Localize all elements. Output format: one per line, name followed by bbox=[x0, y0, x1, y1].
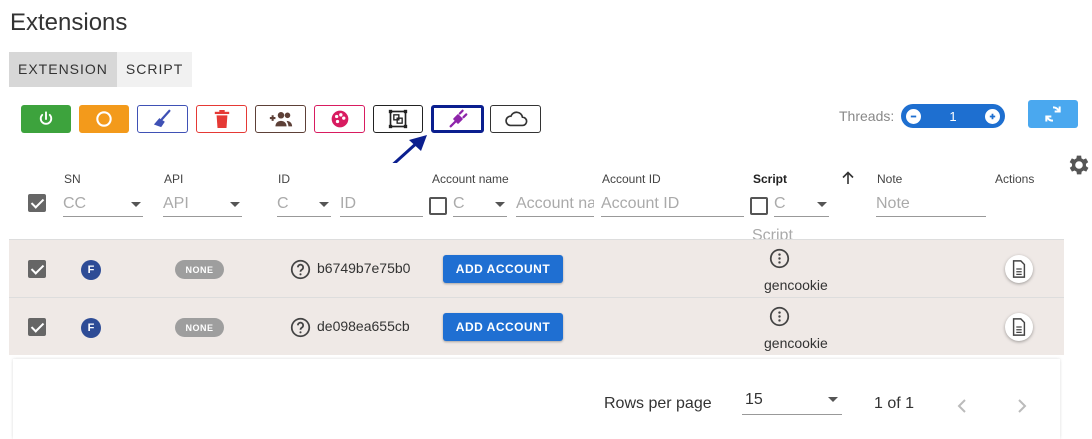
pagination-bar: Rows per page 15 1 of 1 bbox=[13, 359, 1060, 439]
api-status-chip: NONE bbox=[175, 260, 224, 279]
api-filter-select[interactable]: API bbox=[163, 193, 242, 217]
column-header-id: ID bbox=[278, 172, 290, 186]
gear-icon[interactable] bbox=[1066, 152, 1092, 178]
column-header-sn: SN bbox=[64, 172, 81, 186]
sort-arrow-up-icon[interactable] bbox=[841, 171, 855, 185]
column-header-account-name: Account name bbox=[432, 172, 509, 186]
bounding-box-button[interactable] bbox=[373, 105, 423, 133]
chevron-left-icon[interactable] bbox=[956, 399, 968, 413]
id-filter-input[interactable]: ID bbox=[340, 193, 423, 217]
threads-increment-button[interactable] bbox=[984, 108, 1000, 124]
help-circle-icon[interactable] bbox=[290, 259, 311, 280]
account-name-filter-select[interactable]: C bbox=[453, 193, 507, 217]
tab-bar: EXTENSION SCRIPT bbox=[9, 52, 193, 87]
more-vert-circle-icon[interactable] bbox=[769, 306, 790, 327]
tab-extension[interactable]: EXTENSION bbox=[9, 52, 117, 87]
row-checkbox[interactable] bbox=[28, 318, 46, 336]
rows-per-page-label: Rows per page bbox=[604, 395, 712, 412]
extensions-table: SN CC API API ID C ID Account name C Acc… bbox=[9, 163, 1064, 439]
add-account-button[interactable]: ADD ACCOUNT bbox=[443, 313, 563, 341]
rows-per-page-select[interactable]: 15 bbox=[742, 389, 842, 415]
column-header-script: Script bbox=[753, 172, 788, 186]
sn-badge: F bbox=[81, 318, 101, 338]
add-users-icon bbox=[269, 112, 292, 127]
help-circle-icon[interactable] bbox=[290, 317, 311, 338]
row-id: de098ea655cb bbox=[317, 318, 410, 334]
select-all-checkbox[interactable] bbox=[28, 194, 46, 212]
cloud-icon bbox=[504, 111, 527, 127]
row-id: b6749b7e75b0 bbox=[317, 260, 411, 276]
page-info: 1 of 1 bbox=[874, 395, 915, 412]
page-title: Extensions bbox=[10, 9, 128, 36]
column-header-actions: Actions bbox=[995, 172, 1035, 186]
id-filter-select[interactable]: C bbox=[277, 193, 331, 217]
table-row: F NONE b6749b7e75b0 ADD ACCOUNT gencooki… bbox=[9, 239, 1064, 297]
add-account-button[interactable]: ADD ACCOUNT bbox=[443, 255, 563, 283]
plus-icon bbox=[989, 113, 996, 119]
account-name-checkbox[interactable] bbox=[429, 197, 447, 215]
minus-icon bbox=[910, 115, 917, 117]
cloud-button[interactable] bbox=[490, 105, 541, 133]
column-header-account-id: Account ID bbox=[602, 172, 661, 186]
document-icon bbox=[1012, 260, 1026, 278]
column-header-api: API bbox=[164, 172, 184, 186]
delete-button[interactable] bbox=[196, 105, 247, 133]
plug-button[interactable] bbox=[431, 105, 484, 133]
account-id-filter-input[interactable]: Account ID bbox=[601, 193, 744, 217]
palette-icon bbox=[331, 110, 348, 128]
note-filter-input[interactable]: Note bbox=[876, 193, 986, 217]
bounding-box-icon bbox=[388, 109, 408, 129]
circle-icon bbox=[96, 111, 112, 127]
table-header: SN CC API API ID C ID Account name C Acc… bbox=[9, 163, 1064, 249]
sync-icon bbox=[1045, 106, 1061, 122]
refresh-button[interactable] bbox=[1028, 100, 1078, 128]
threads-stepper: 1 bbox=[901, 104, 1005, 128]
tab-script[interactable]: SCRIPT bbox=[117, 52, 192, 87]
chevron-right-icon[interactable] bbox=[1016, 399, 1028, 413]
power-icon bbox=[39, 111, 53, 125]
clean-button[interactable] bbox=[137, 105, 188, 133]
api-status-chip: NONE bbox=[175, 318, 224, 337]
threads-value: 1 bbox=[949, 108, 957, 124]
threads-label: Threads: bbox=[839, 108, 895, 124]
trash-icon bbox=[214, 110, 229, 128]
broom-icon bbox=[153, 109, 170, 128]
palette-button[interactable] bbox=[314, 105, 365, 133]
plug-icon bbox=[449, 109, 467, 128]
power-button[interactable] bbox=[21, 105, 71, 133]
add-users-button[interactable] bbox=[255, 105, 306, 133]
sn-filter-select[interactable]: CC bbox=[63, 193, 143, 217]
more-vert-circle-icon[interactable] bbox=[769, 248, 790, 269]
row-checkbox[interactable] bbox=[28, 260, 46, 278]
row-script: gencookie bbox=[764, 277, 828, 293]
sn-badge: F bbox=[81, 260, 101, 280]
column-header-note: Note bbox=[877, 172, 903, 186]
script-checkbox[interactable] bbox=[750, 197, 768, 215]
table-row: F NONE de098ea655cb ADD ACCOUNT gencooki… bbox=[9, 297, 1064, 355]
stop-button[interactable] bbox=[79, 105, 129, 133]
threads-decrement-button[interactable] bbox=[906, 108, 921, 124]
account-name-filter-input[interactable]: Account na bbox=[516, 193, 594, 217]
document-icon bbox=[1012, 318, 1026, 336]
document-button[interactable] bbox=[1005, 255, 1033, 283]
document-button[interactable] bbox=[1005, 313, 1033, 341]
row-script: gencookie bbox=[764, 335, 828, 351]
script-filter-select[interactable]: C bbox=[774, 193, 829, 217]
